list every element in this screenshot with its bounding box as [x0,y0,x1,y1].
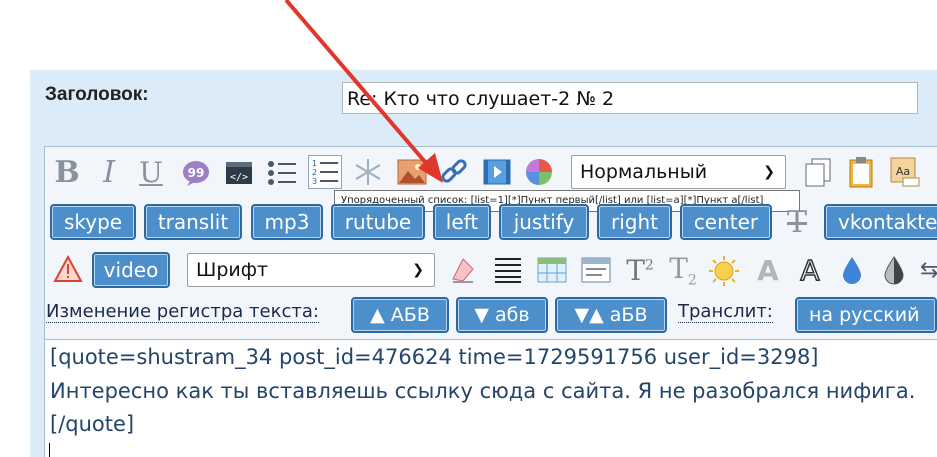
tag-button-rutube[interactable]: rutube [331,204,425,240]
underline-icon[interactable]: U [136,156,166,189]
format-select-value: Нормальный [580,161,708,183]
title-label: Заголовок: [45,84,149,105]
svg-text:</>: </> [230,172,248,183]
chevron-down-icon: ❯ [763,164,775,180]
contrast-icon[interactable] [880,254,908,286]
spoiler-icon[interactable] [580,256,612,284]
tag-button-translit[interactable]: translit [144,204,242,240]
svg-text:2: 2 [312,168,317,177]
tag-button-left[interactable]: left [433,204,491,240]
video-button[interactable]: video [92,252,170,288]
tag-button-vkontakte[interactable]: vkontakte [824,204,937,240]
font-select-value: Шрифт [196,259,269,281]
quote-icon[interactable]: 99 [180,158,212,188]
table-icon[interactable] [536,256,568,284]
case-change-label: Изменение регистра текста: [46,301,319,323]
font-a-icon[interactable]: A [754,252,782,288]
video-icon[interactable] [482,158,512,186]
message-line: Интересно как ты вставляешь ссылку сюда … [50,379,916,403]
warning-icon[interactable] [52,254,84,284]
invert-case-button[interactable]: ▼▲ аБВ [555,297,667,333]
bold-icon[interactable]: B [52,155,82,190]
drop-icon[interactable] [838,254,866,286]
paste-icon[interactable] [846,155,876,189]
tag-button-justify[interactable]: justify [499,204,589,240]
message-line: [quote=shustram_34 post_id=476624 time=1… [50,345,819,369]
tag-button-right[interactable]: right [597,204,672,240]
svg-text:1: 1 [312,159,317,168]
align-justify-icon[interactable] [493,256,523,284]
svg-text:Aa: Aa [896,165,910,178]
strikethrough-icon[interactable]: T [782,204,812,240]
uppercase-button[interactable]: ▲ АБВ [351,297,449,333]
tag-button-mp3[interactable]: mp3 [251,204,323,240]
svg-text:3: 3 [312,177,317,186]
image-icon[interactable] [396,158,428,186]
title-input[interactable]: Re: Кто что слушает-2 № 2 [342,82,918,114]
font-a-outline-icon[interactable]: A [796,252,824,288]
sun-icon[interactable] [707,254,741,288]
snowflake-icon[interactable] [352,156,384,188]
link-icon[interactable] [438,156,470,188]
to-russian-button[interactable]: на русский [795,297,937,333]
copy-icon[interactable] [802,156,834,188]
superscript-icon[interactable]: T2 [623,252,657,288]
subscript-icon[interactable]: T2 [666,252,700,289]
chevron-down-icon: ❯ [412,262,424,278]
tag-button-center[interactable]: center [680,204,772,240]
font-select[interactable]: Шрифт ❯ [187,253,435,287]
italic-icon[interactable]: I [96,155,122,190]
svg-text:99: 99 [188,166,205,180]
text-caret [49,443,50,457]
color-icon[interactable] [523,156,555,188]
eraser-icon[interactable] [448,254,480,286]
highlight-aa-icon[interactable]: Aa [888,155,922,189]
ordered-list-icon[interactable]: 123 [308,155,342,189]
code-icon[interactable]: </> [225,160,253,186]
bulleted-list-icon[interactable] [266,158,298,188]
format-select[interactable]: Нормальный ❯ [571,155,786,189]
lowercase-button[interactable]: ▼ абв [456,297,548,333]
arrows-icon[interactable]: ⇆ [920,256,937,284]
translit-label: Транслит: [678,301,773,323]
tag-button-skype[interactable]: skype [50,204,136,240]
message-line: [/quote] [50,412,135,436]
